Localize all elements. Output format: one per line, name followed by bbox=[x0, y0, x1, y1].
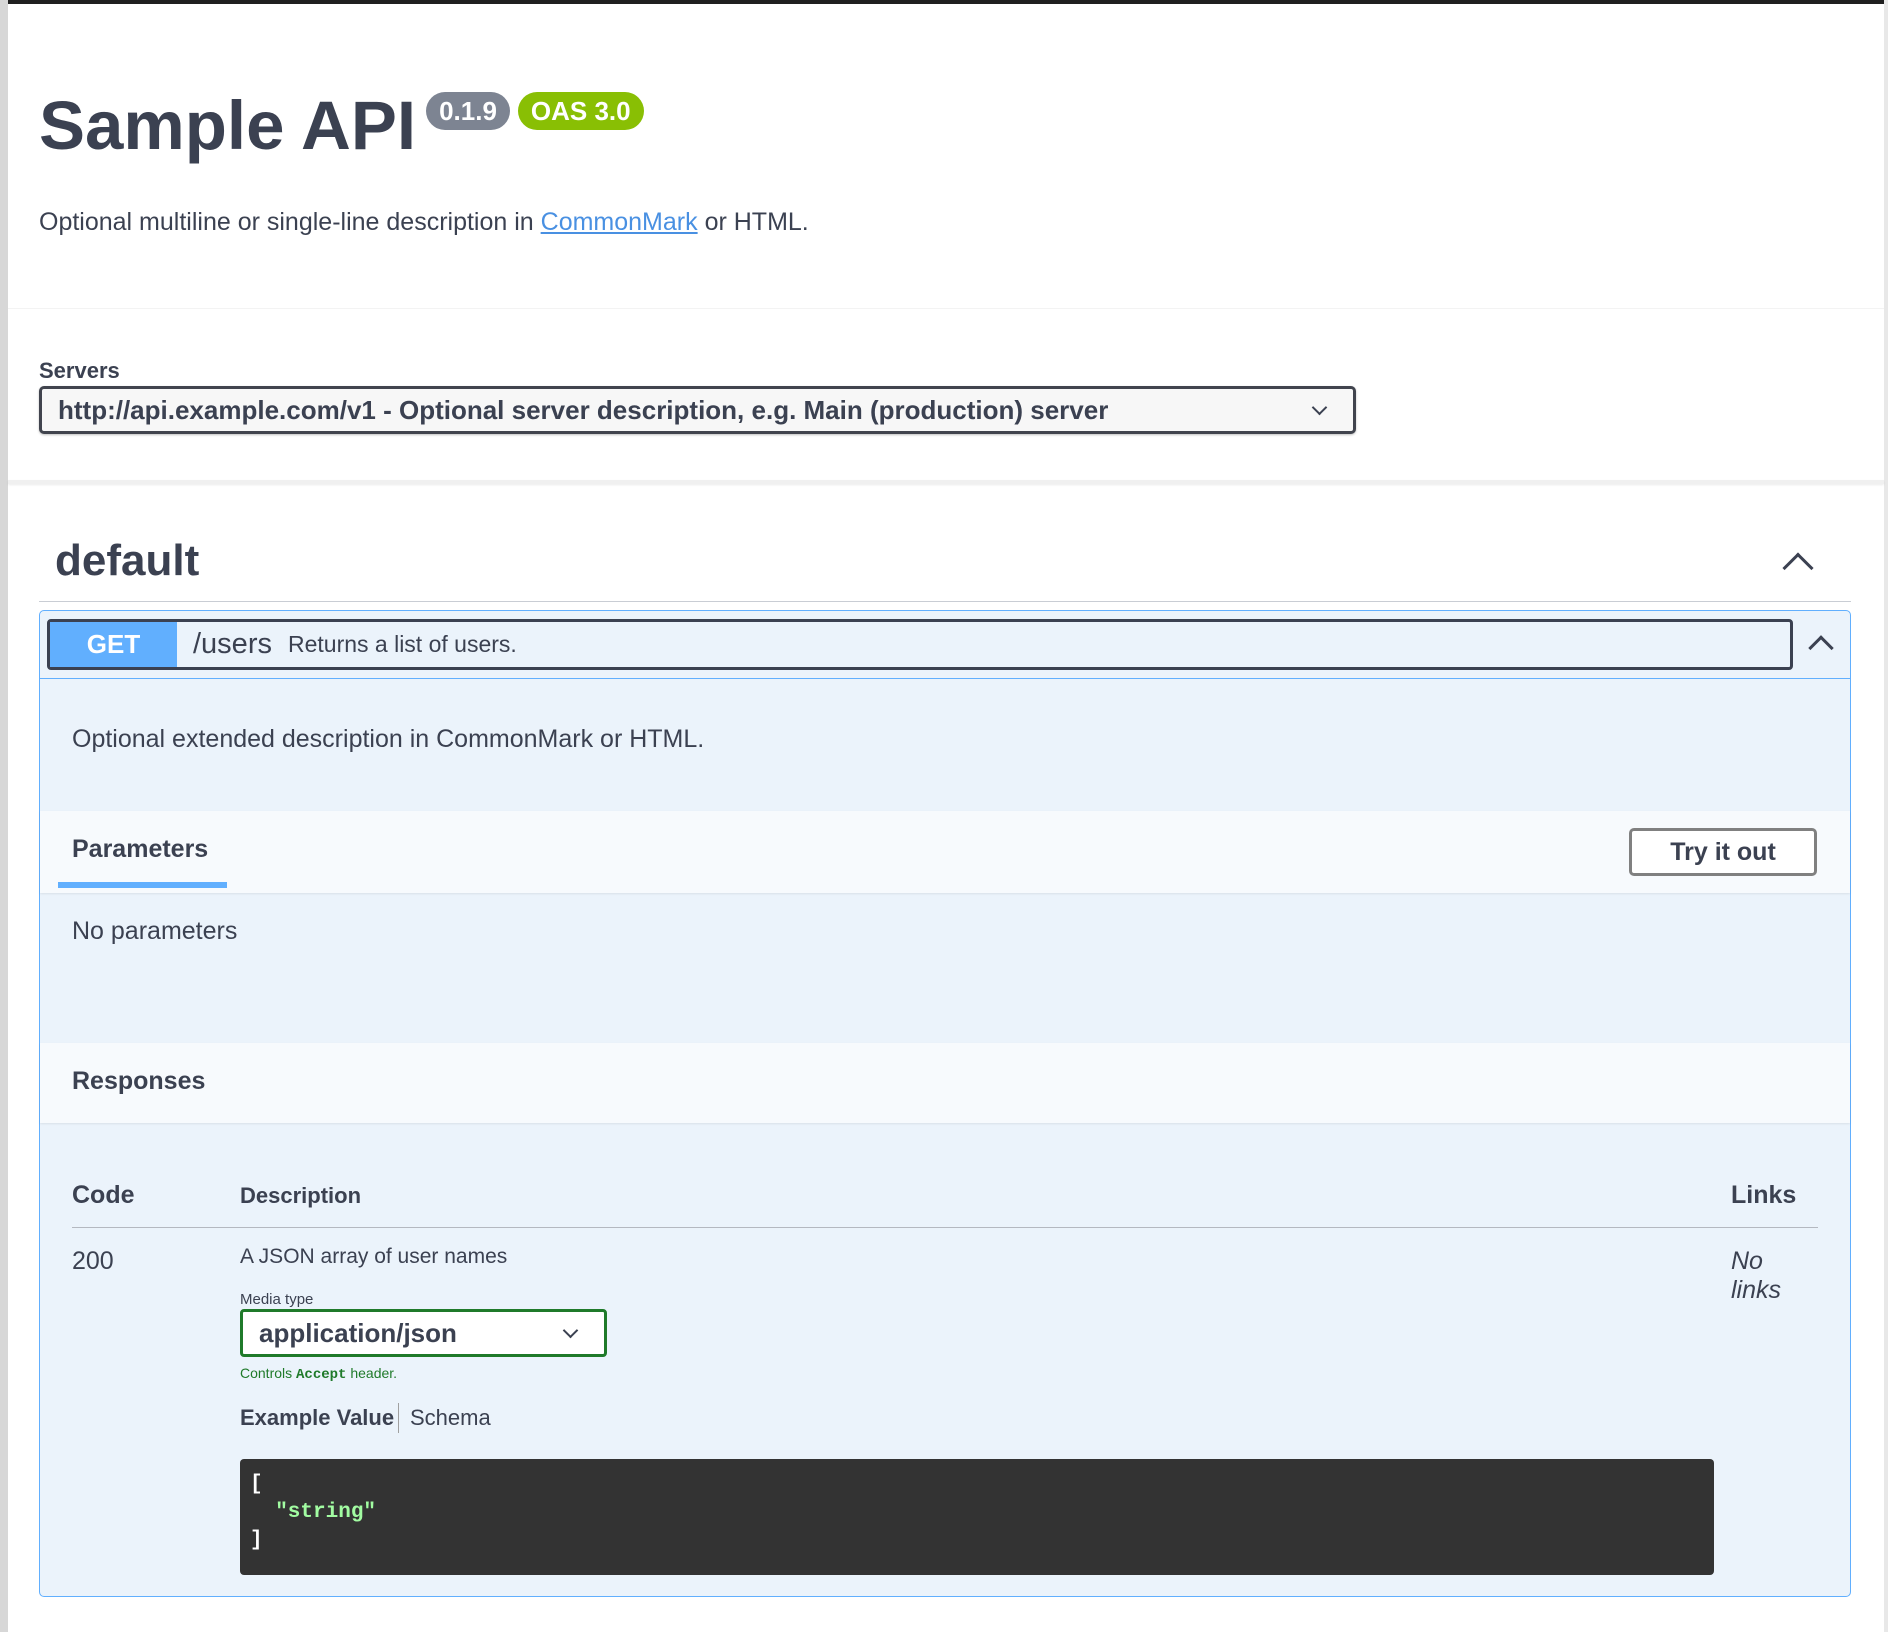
api-description: Optional multiline or single-line descri… bbox=[39, 206, 1839, 238]
info-divider bbox=[8, 308, 1884, 309]
description-text-after: or HTML. bbox=[697, 208, 809, 236]
code-line: "string" bbox=[250, 1501, 377, 1524]
operation-summary-text: Returns a list of users. bbox=[287, 631, 517, 657]
left-scroll-edge bbox=[0, 0, 8, 1632]
responses-header: Responses bbox=[40, 1043, 1850, 1123]
column-header-code: Code bbox=[72, 1181, 135, 1209]
chevron-down-icon bbox=[562, 1322, 579, 1338]
chevron-up-icon[interactable] bbox=[1808, 635, 1834, 661]
servers-label: Servers bbox=[39, 358, 120, 383]
response-description: A JSON array of user names bbox=[240, 1245, 508, 1268]
method-badge: GET bbox=[50, 622, 177, 667]
responses-title: Responses bbox=[72, 1067, 206, 1095]
tab-parameters[interactable]: Parameters bbox=[72, 835, 208, 864]
media-type-select[interactable]: application/json bbox=[240, 1309, 607, 1357]
column-header-description: Description bbox=[240, 1183, 362, 1208]
example-value-code: [ "string" ] bbox=[240, 1459, 1714, 1575]
version-badge: 0.1.9 bbox=[426, 92, 510, 130]
tab-example-value[interactable]: Example Value bbox=[240, 1405, 394, 1431]
media-type-label: Media type bbox=[240, 1291, 314, 1308]
chevron-up-icon[interactable] bbox=[1782, 551, 1814, 584]
chevron-down-icon bbox=[1311, 399, 1328, 415]
response-code: 200 bbox=[72, 1247, 114, 1275]
no-parameters-text: No parameters bbox=[72, 917, 238, 945]
top-bar bbox=[0, 0, 1888, 4]
media-hint-before: Controls bbox=[240, 1365, 297, 1381]
commonmark-link[interactable]: CommonMark bbox=[541, 208, 698, 236]
description-text-before: Optional multiline or single-line descri… bbox=[39, 208, 541, 236]
media-hint-after: header. bbox=[346, 1365, 398, 1381]
column-header-links: Links bbox=[1731, 1181, 1797, 1209]
oas-badge: OAS 3.0 bbox=[517, 92, 644, 130]
tab-schema[interactable]: Schema bbox=[410, 1405, 491, 1431]
table-header-divider bbox=[72, 1227, 1818, 1228]
media-type-value: application/json bbox=[259, 1317, 457, 1348]
code-line: [ bbox=[250, 1473, 263, 1496]
response-links: No links bbox=[1731, 1247, 1782, 1304]
right-scroll-edge bbox=[1884, 0, 1888, 1632]
code-line: ] bbox=[250, 1529, 263, 1552]
try-it-out-button[interactable]: Try it out bbox=[1629, 828, 1817, 876]
tab-active-underline bbox=[58, 882, 227, 888]
tag-name: default bbox=[55, 535, 200, 585]
operation-summary[interactable]: GET /users Returns a list of users. bbox=[47, 619, 1793, 670]
summary-divider bbox=[40, 678, 1850, 679]
servers-selected-value: http://api.example.com/v1 - Optional ser… bbox=[58, 394, 1109, 425]
servers-select[interactable]: http://api.example.com/v1 - Optional ser… bbox=[39, 386, 1356, 434]
media-hint-code: Accept bbox=[296, 1367, 347, 1383]
api-title: Sample API bbox=[39, 87, 417, 164]
operation-description: Optional extended description in CommonM… bbox=[72, 725, 705, 753]
tag-header-default[interactable]: default bbox=[39, 520, 1851, 602]
title-row: Sample API 0.1.9 OAS 3.0 bbox=[39, 84, 1839, 168]
parameters-header: Parameters Try it out bbox=[40, 811, 1850, 893]
operation-path: /users bbox=[193, 628, 272, 660]
api-info: Sample API 0.1.9 OAS 3.0 Optional multil… bbox=[39, 84, 1839, 238]
scheme-container-edge bbox=[8, 480, 1884, 484]
operation-block-get-users: GET /users Returns a list of users. Opti… bbox=[39, 610, 1851, 1597]
media-type-hint: Controls Accept header. bbox=[240, 1365, 397, 1383]
tab-separator bbox=[398, 1403, 399, 1433]
